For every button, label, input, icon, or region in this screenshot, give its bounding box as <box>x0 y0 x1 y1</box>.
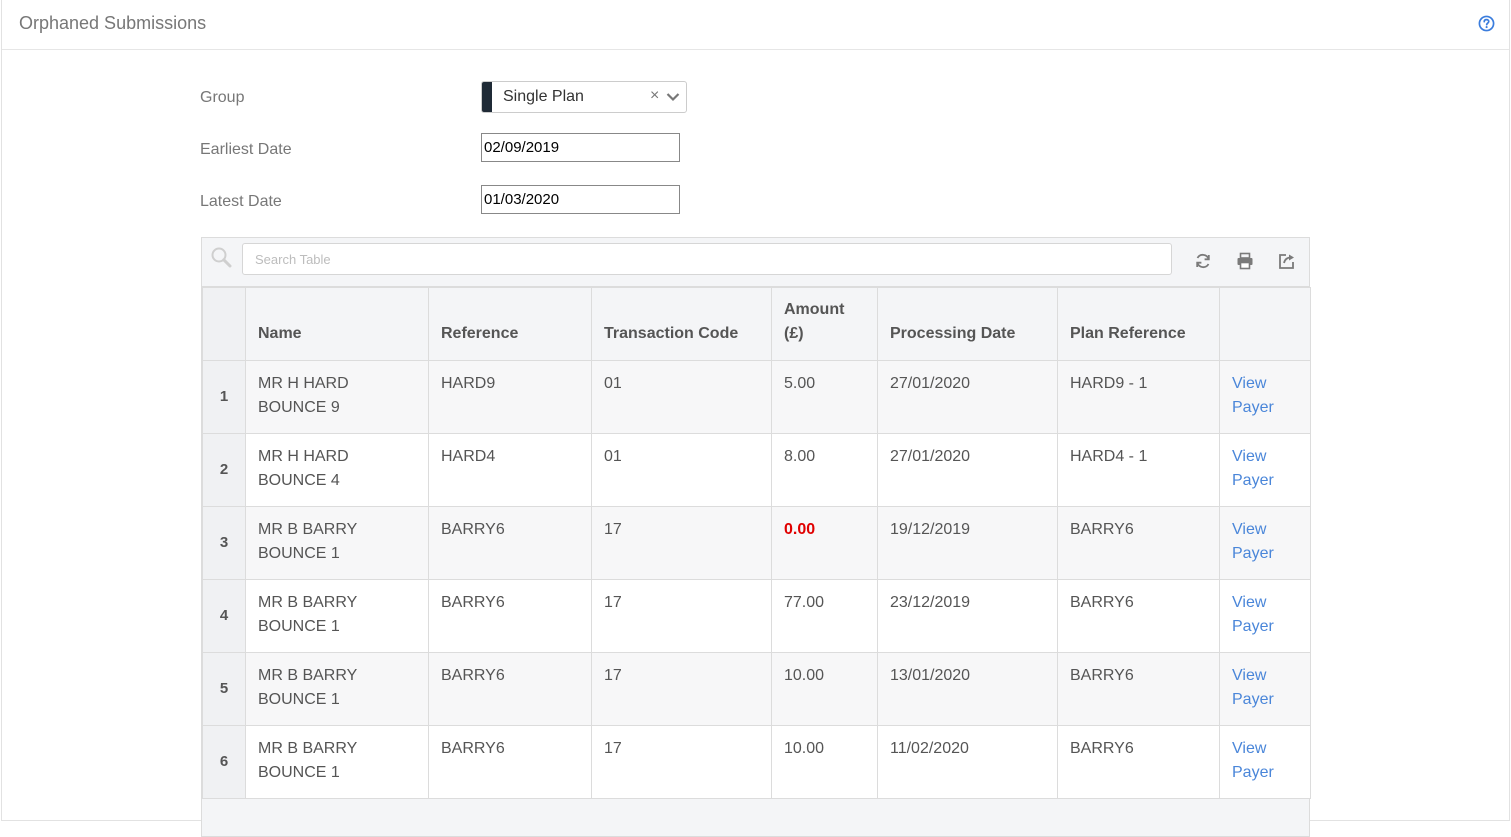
cell-transaction-code: 17 <box>591 652 772 726</box>
table-row: 6 MR B BARRY BOUNCE 1 BARRY6 17 10.00 11… <box>202 725 1311 799</box>
row-index: 5 <box>202 652 246 726</box>
cell-transaction-code: 17 <box>591 725 772 799</box>
view-payer-link[interactable]: View Payer <box>1232 667 1274 708</box>
table-row: 1 MR H HARD BOUNCE 9 HARD9 01 5.00 27/01… <box>202 360 1311 434</box>
panel-header: Orphaned Submissions <box>2 0 1509 50</box>
cell-name: MR B BARRY BOUNCE 1 <box>245 725 429 799</box>
cell-processing-date: 27/01/2020 <box>877 433 1058 507</box>
view-payer-link[interactable]: View Payer <box>1232 740 1274 781</box>
cell-plan-reference: BARRY6 <box>1057 652 1220 726</box>
cell-amount-zero: 0.00 <box>771 506 878 580</box>
cell-reference: HARD4 <box>428 433 592 507</box>
cell-processing-date: 13/01/2020 <box>877 652 1058 726</box>
cell-reference: BARRY6 <box>428 506 592 580</box>
cell-name: MR B BARRY BOUNCE 1 <box>245 579 429 653</box>
table-header-row: Name Reference Transaction Code Amount (… <box>202 287 1311 361</box>
column-header-action <box>1219 287 1311 361</box>
cell-processing-date: 19/12/2019 <box>877 506 1058 580</box>
cell-transaction-code: 01 <box>591 433 772 507</box>
cell-action: View Payer <box>1219 652 1311 726</box>
index-column-header <box>202 287 246 361</box>
cell-reference: BARRY6 <box>428 652 592 726</box>
cell-action: View Payer <box>1219 725 1311 799</box>
cell-name: MR B BARRY BOUNCE 1 <box>245 506 429 580</box>
table-row: 2 MR H HARD BOUNCE 4 HARD4 01 8.00 27/01… <box>202 433 1311 507</box>
view-payer-link[interactable]: View Payer <box>1232 594 1274 635</box>
cell-amount: 77.00 <box>771 579 878 653</box>
cell-action: View Payer <box>1219 433 1311 507</box>
row-index: 4 <box>202 579 246 653</box>
column-header-name[interactable]: Name <box>245 287 429 361</box>
cell-processing-date: 11/02/2020 <box>877 725 1058 799</box>
group-select[interactable]: Single Plan × <box>481 81 687 113</box>
select-accent <box>482 82 492 112</box>
cell-transaction-code: 17 <box>591 506 772 580</box>
cell-plan-reference: BARRY6 <box>1057 725 1220 799</box>
cell-reference: BARRY6 <box>428 579 592 653</box>
search-icon <box>211 247 232 268</box>
group-select-value: Single Plan <box>503 88 584 105</box>
row-index: 3 <box>202 506 246 580</box>
group-label: Group <box>200 89 245 106</box>
cell-reference: BARRY6 <box>428 725 592 799</box>
row-index: 1 <box>202 360 246 434</box>
column-header-reference[interactable]: Reference <box>428 287 592 361</box>
cell-plan-reference: BARRY6 <box>1057 579 1220 653</box>
table-row: 4 MR B BARRY BOUNCE 1 BARRY6 17 77.00 23… <box>202 579 1311 653</box>
cell-transaction-code: 17 <box>591 579 772 653</box>
cell-processing-date: 23/12/2019 <box>877 579 1058 653</box>
help-circle-icon[interactable] <box>1478 15 1495 32</box>
view-payer-link[interactable]: View Payer <box>1232 521 1274 562</box>
cell-amount: 10.00 <box>771 725 878 799</box>
row-index: 2 <box>202 433 246 507</box>
column-header-amount[interactable]: Amount (£) <box>771 287 878 361</box>
refresh-icon[interactable] <box>1194 252 1212 270</box>
search-table-input[interactable] <box>242 243 1172 275</box>
cell-reference: HARD9 <box>428 360 592 434</box>
cell-action: View Payer <box>1219 579 1311 653</box>
cell-plan-reference: BARRY6 <box>1057 506 1220 580</box>
row-index: 6 <box>202 725 246 799</box>
cell-plan-reference: HARD9 - 1 <box>1057 360 1220 434</box>
cell-name: MR H HARD BOUNCE 9 <box>245 360 429 434</box>
cell-name: MR H HARD BOUNCE 4 <box>245 433 429 507</box>
export-icon[interactable] <box>1278 252 1296 270</box>
data-table-container: Name Reference Transaction Code Amount (… <box>201 237 1311 837</box>
cell-transaction-code: 01 <box>591 360 772 434</box>
table-row: 3 MR B BARRY BOUNCE 1 BARRY6 17 0.00 19/… <box>202 506 1311 580</box>
table-toolbar <box>202 238 1309 287</box>
earliest-date-label: Earliest Date <box>200 141 292 158</box>
orphaned-submissions-table: Name Reference Transaction Code Amount (… <box>202 287 1311 799</box>
table-row: 5 MR B BARRY BOUNCE 1 BARRY6 17 10.00 13… <box>202 652 1311 726</box>
page-title: Orphaned Submissions <box>19 13 207 33</box>
column-header-plan-reference[interactable]: Plan Reference <box>1057 287 1220 361</box>
view-payer-link[interactable]: View Payer <box>1232 448 1274 489</box>
cell-amount: 8.00 <box>771 433 878 507</box>
view-payer-link[interactable]: View Payer <box>1232 375 1274 416</box>
cell-amount: 5.00 <box>771 360 878 434</box>
cell-plan-reference: HARD4 - 1 <box>1057 433 1220 507</box>
print-icon[interactable] <box>1236 252 1254 270</box>
cell-processing-date: 27/01/2020 <box>877 360 1058 434</box>
column-header-processing-date[interactable]: Processing Date <box>877 287 1058 361</box>
cell-action: View Payer <box>1219 506 1311 580</box>
cell-name: MR B BARRY BOUNCE 1 <box>245 652 429 726</box>
column-header-transaction-code[interactable]: Transaction Code <box>591 287 772 361</box>
latest-date-input[interactable] <box>481 185 680 214</box>
earliest-date-input[interactable] <box>481 133 680 162</box>
latest-date-label: Latest Date <box>200 193 282 210</box>
cell-amount: 10.00 <box>771 652 878 726</box>
cell-action: View Payer <box>1219 360 1311 434</box>
chevron-down-icon[interactable] <box>666 92 680 102</box>
clear-icon[interactable]: × <box>650 87 659 105</box>
